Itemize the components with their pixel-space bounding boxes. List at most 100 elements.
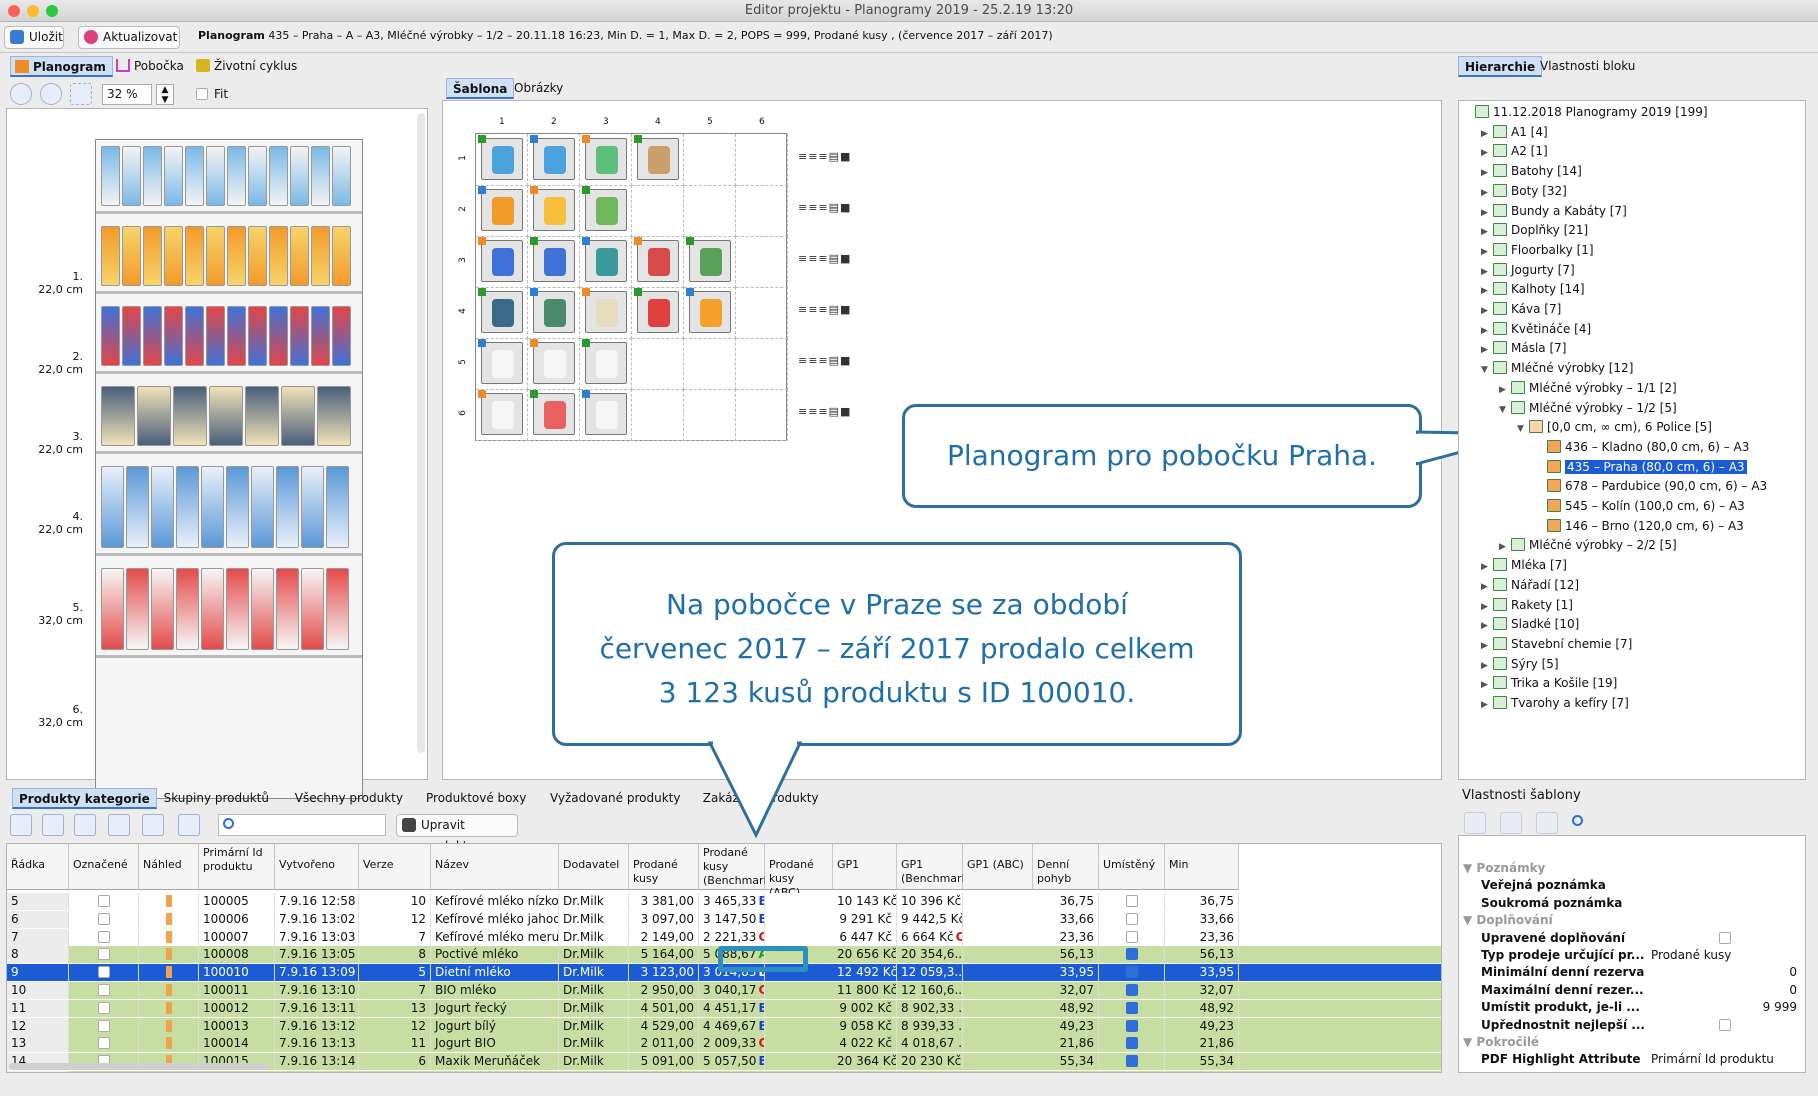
tree-item[interactable]: ▼ Mléčné výrobky – 1/2 [5] <box>1499 399 1677 418</box>
paste-icon[interactable] <box>74 814 96 836</box>
property-group-label[interactable]: ▼ Doplňování <box>1463 913 1553 927</box>
minimize-window-icon[interactable] <box>27 5 39 17</box>
property-group-label[interactable]: ▼ Poznámky <box>1463 861 1545 875</box>
close-window-icon[interactable] <box>8 5 20 17</box>
grid-cell[interactable] <box>684 338 736 390</box>
tree-toggle-icon[interactable]: ▶ <box>1481 558 1493 577</box>
tree-toggle-icon[interactable]: ▶ <box>1499 538 1511 557</box>
property-row[interactable]: ▼ Doplňování <box>1463 912 1801 928</box>
tab-block-properties[interactable]: Vlastnosti bloku <box>1534 56 1641 77</box>
property-row[interactable]: Soukromá poznámka <box>1463 895 1801 911</box>
tree-item[interactable]: ▶ Sladké [10] <box>1481 615 1579 634</box>
table-header[interactable]: Prodané kusy (ABC) <box>765 844 833 899</box>
marked-checkbox[interactable] <box>97 930 110 943</box>
grid-product[interactable] <box>533 291 575 333</box>
property-row[interactable]: Upravené doplňování <box>1463 930 1801 946</box>
tab-planogram[interactable]: Planogram <box>10 56 113 77</box>
tree-item[interactable]: ▶ Rakety [1] <box>1481 596 1573 615</box>
grid-cell[interactable] <box>736 287 788 339</box>
props-paste-icon[interactable] <box>1500 812 1522 834</box>
shelf-control-icons[interactable]: ≡≡≡▤■ <box>798 252 851 265</box>
tree-toggle-icon[interactable]: ▶ <box>1481 204 1493 223</box>
tree-item[interactable]: ▶ Mléčné výrobky – 1/1 [2] <box>1499 379 1677 398</box>
table-header[interactable]: GP1 (ABC) <box>963 844 1033 890</box>
tree-toggle-icon[interactable]: ▶ <box>1481 243 1493 262</box>
table-header[interactable]: Náhled <box>139 844 199 890</box>
grid-product[interactable] <box>585 138 627 180</box>
tree-item[interactable]: 146 – Brno (120,0 cm, 6) – A3 <box>1535 517 1744 536</box>
tree-item[interactable]: ▶ Bundy a Kabáty [7] <box>1481 202 1627 221</box>
table-header[interactable]: Denní pohyb <box>1033 844 1099 890</box>
tree-toggle-icon[interactable]: ▶ <box>1481 598 1493 617</box>
grid-product[interactable] <box>481 291 523 333</box>
placed-checkbox[interactable] <box>1125 966 1138 979</box>
property-row[interactable]: Typ prodeje určující pr... Prodané kusy <box>1463 947 1801 963</box>
tree-toggle-icon[interactable]: ▶ <box>1481 302 1493 321</box>
product-search-input[interactable] <box>218 814 386 836</box>
placed-checkbox[interactable] <box>1125 1037 1138 1050</box>
tree-item[interactable]: ▶ Káva [7] <box>1481 300 1561 319</box>
table-row[interactable]: 6 100006 7.9.16 13:02 12 Kefírové mléko jaho… <box>7 910 1441 928</box>
props-search-icon[interactable] <box>1572 815 1583 826</box>
refresh-button[interactable]: Aktualizovat <box>78 26 180 49</box>
grid-cell[interactable] <box>684 389 736 441</box>
grid-product[interactable] <box>585 189 627 231</box>
property-row[interactable]: ▼ Poznámky <box>1463 860 1801 876</box>
table-header[interactable]: Verze <box>359 844 431 890</box>
grid-cell[interactable] <box>632 389 684 441</box>
grid-product[interactable] <box>585 342 627 384</box>
tree-item[interactable]: 678 – Pardubice (90,0 cm, 6) – A3 <box>1535 477 1767 496</box>
grid-product[interactable] <box>689 240 731 282</box>
tree-toggle-icon[interactable]: ▶ <box>1481 617 1493 636</box>
tab-images[interactable]: Obrázky <box>508 78 569 99</box>
zoom-value-field[interactable]: 32 % <box>102 84 152 105</box>
tree-item[interactable]: ▶ Doplňky [21] <box>1481 221 1588 240</box>
tree-toggle-icon[interactable]: ▼ <box>1517 420 1529 439</box>
shelf-control-icons[interactable]: ≡≡≡▤■ <box>798 405 851 418</box>
table-header[interactable]: Vytvořeno <box>275 844 359 890</box>
grid-product[interactable] <box>481 138 523 180</box>
shelf-control-icons[interactable]: ≡≡≡▤■ <box>798 303 851 316</box>
grid-cell[interactable] <box>632 185 684 237</box>
tree-item[interactable]: 545 – Kolín (100,0 cm, 6) – A3 <box>1535 497 1745 516</box>
table-header[interactable]: Umístěný <box>1099 844 1165 890</box>
grid-product[interactable] <box>585 291 627 333</box>
shelf-control-icons[interactable]: ≡≡≡▤■ <box>798 150 851 163</box>
grid-product[interactable] <box>481 393 523 435</box>
property-value[interactable]: Prodané kusy <box>1651 947 1731 963</box>
tab-hierarchy[interactable]: Hierarchie <box>1458 56 1543 77</box>
property-row[interactable]: ▼ Pokročilé <box>1463 1034 1801 1050</box>
property-row[interactable]: Minimální denní rezerva 0 <box>1463 964 1801 980</box>
placed-checkbox[interactable] <box>1125 1055 1138 1068</box>
tree-toggle-icon[interactable]: ▶ <box>1481 657 1493 676</box>
table-row[interactable]: 71000077.9.16 13:037Kefírové mléko meruň… <box>7 928 1441 946</box>
grid-product[interactable] <box>637 138 679 180</box>
property-checkbox[interactable] <box>1719 1018 1731 1031</box>
grid-product[interactable] <box>533 393 575 435</box>
table-horizontal-scrollbar[interactable] <box>9 1063 269 1070</box>
grid-product[interactable] <box>533 189 575 231</box>
tree-item[interactable]: ▶ Batohy [14] <box>1481 162 1582 181</box>
copy-icon[interactable] <box>42 814 64 836</box>
grid-product[interactable] <box>533 138 575 180</box>
tree-item[interactable]: ▶ Floorbalky [1] <box>1481 241 1594 260</box>
table-row[interactable]: 15 1000167.9.16 13:165Maxik TřešňáčekDr.M… <box>7 1071 1441 1072</box>
delete-icon[interactable] <box>178 814 200 836</box>
marked-checkbox[interactable] <box>97 1037 110 1050</box>
table-row[interactable]: 12 100013 7.9.16 13:12 12 Jogurt bílý Dr.Milk… <box>7 1017 1441 1035</box>
grid-cell[interactable] <box>736 236 788 288</box>
tree-toggle-icon[interactable]: ▶ <box>1481 223 1493 242</box>
table-header[interactable]: Min <box>1165 844 1239 890</box>
table-header[interactable]: Název <box>431 844 559 890</box>
tab-branch[interactable]: Pobočka <box>112 56 190 77</box>
tab-required[interactable]: Vyžadované produkty <box>544 788 686 809</box>
tree-item[interactable]: ▶ Boty [32] <box>1481 182 1567 201</box>
grid-product[interactable] <box>481 240 523 282</box>
placed-checkbox[interactable] <box>1125 930 1138 943</box>
property-value[interactable]: 0 <box>1789 964 1797 980</box>
planogram-grid[interactable] <box>475 133 788 441</box>
tree-item[interactable]: ▶ Kalhoty [14] <box>1481 280 1585 299</box>
grid-cell[interactable] <box>736 389 788 441</box>
tree-toggle-icon[interactable]: ▶ <box>1481 184 1493 203</box>
fit-checkbox[interactable] <box>196 88 208 100</box>
